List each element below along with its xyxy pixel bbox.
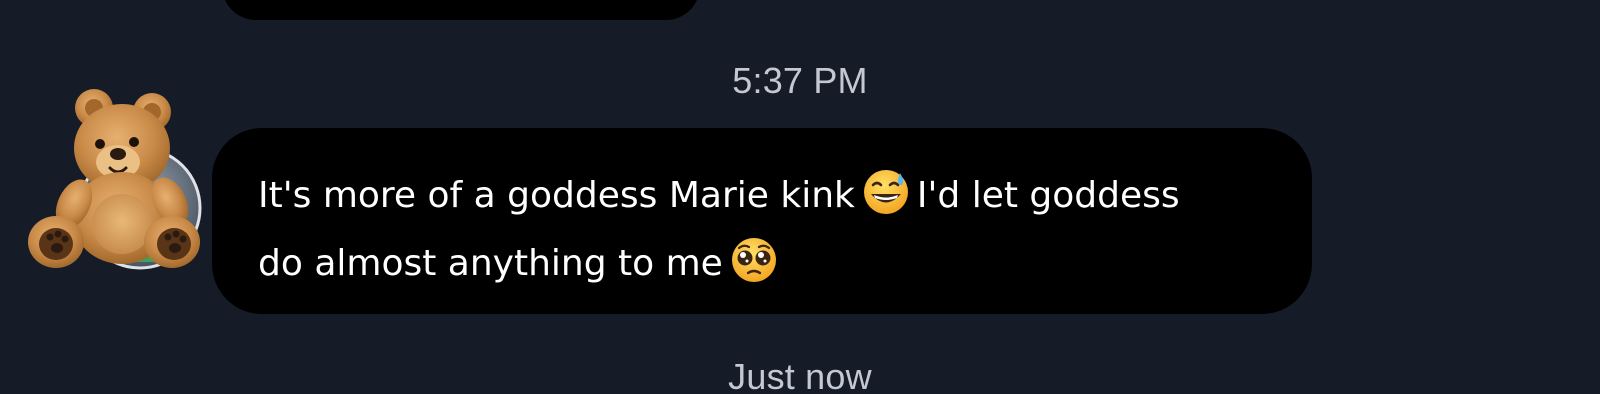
message-text-part-2: I'd let goddess <box>916 175 1180 216</box>
pleading-face-icon <box>731 238 776 282</box>
message-text-part-3: do almost anything to me <box>258 243 723 284</box>
message-timestamp: 5:37 PM <box>732 60 868 101</box>
message-bubble[interactable]: It's more of a goddess Marie kink I'd le… <box>212 128 1312 314</box>
message-status-time: Just now <box>728 356 872 394</box>
message-text: It's more of a goddess Marie kink I'd le… <box>258 162 1268 298</box>
message-line-2: do almost anything to me <box>258 230 1268 298</box>
sender-avatar[interactable] <box>22 86 204 276</box>
chat-screen: 5:37 PM It's more of a goddess Marie kin… <box>0 0 1600 394</box>
message-text-part-1: It's more of a goddess Marie kink <box>258 175 855 216</box>
message-line-1: It's more of a goddess Marie kink I'd le… <box>258 162 1268 230</box>
grinning-face-with-sweat-icon <box>863 170 908 214</box>
teddy-bear-icon <box>28 89 202 270</box>
previous-message-bubble[interactable] <box>222 0 700 20</box>
